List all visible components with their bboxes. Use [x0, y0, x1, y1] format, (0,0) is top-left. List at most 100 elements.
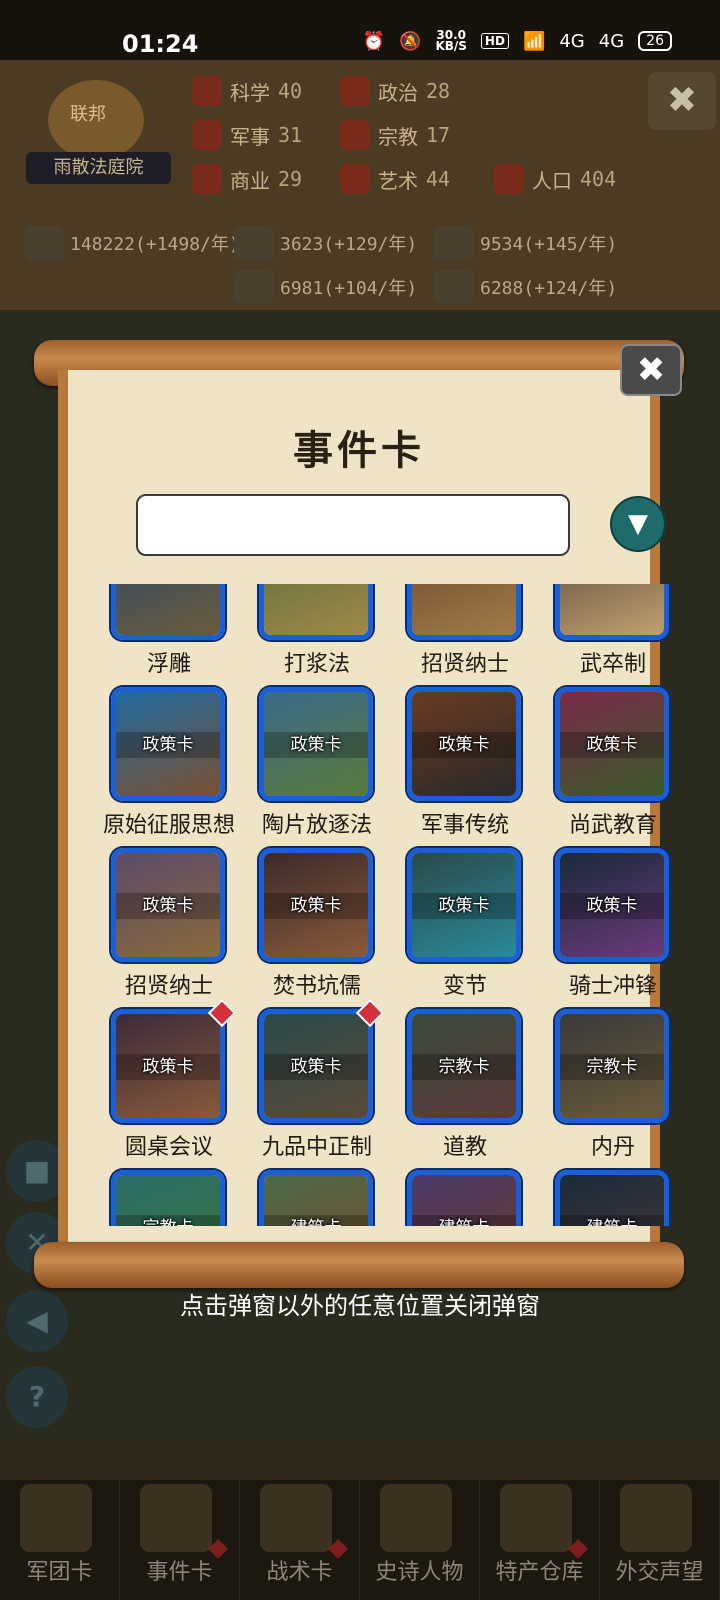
card-tile[interactable]: 政策卡 — [555, 848, 669, 962]
card-name: 打浆法 — [283, 652, 350, 677]
art-icon — [340, 164, 370, 194]
card-name: 骑士冲锋 — [568, 974, 657, 999]
stat-label: 政治 — [378, 80, 418, 105]
iron-icon — [434, 226, 474, 260]
event-card[interactable]: 政策卡 骑士冲锋 — [538, 848, 688, 1012]
stat-label: 商业 — [230, 168, 270, 193]
battery-icon: 26 — [638, 31, 672, 51]
event-card[interactable]: 政策卡 变节 — [390, 848, 540, 1012]
nav-item[interactable]: 特产仓库 — [480, 1480, 600, 1600]
event-card-popup: 事件卡 ▼ 浮雕 打浆法 招贤纳士 武卒制 政策卡 原始征服思想 政策卡 陶片放逐法 政策卡 军事… — [34, 340, 684, 1290]
event-card[interactable]: 政策卡 军事传统 — [390, 687, 540, 851]
card-tile[interactable]: 政策卡 — [555, 687, 669, 801]
stat-label: 科学 — [230, 80, 270, 105]
nav-item-label: 军团卡 — [26, 1560, 93, 1585]
resource-gold: 148222(+1498/年) — [24, 226, 240, 260]
religion-icon — [340, 120, 370, 150]
commerce-icon — [192, 164, 222, 194]
card-name: 陶片放逐法 — [261, 813, 372, 838]
popup-title: 事件卡 — [293, 428, 425, 474]
background-close-button[interactable]: ✖ — [648, 72, 716, 130]
hd-voice-icon: HD — [480, 33, 509, 49]
card-tile[interactable] — [407, 584, 521, 640]
stat-value: 44 — [426, 167, 451, 191]
event-card[interactable]: 招贤纳士 — [390, 584, 540, 690]
stat-politics: 政治 28 — [340, 76, 450, 106]
card-tile[interactable]: 建筑卡 — [259, 1170, 373, 1226]
nav-item[interactable]: 史诗人物 — [360, 1480, 480, 1600]
card-type-tag: 政策卡 — [412, 732, 516, 758]
nav-item-icon — [500, 1484, 572, 1552]
event-card[interactable]: 浮雕 — [94, 584, 244, 690]
nav-item-icon — [140, 1484, 212, 1552]
filter-button[interactable]: ▼ — [610, 496, 666, 552]
card-tile[interactable] — [111, 584, 225, 640]
event-card[interactable]: 打浆法 — [242, 584, 392, 690]
help-button[interactable]: ? — [6, 1366, 68, 1428]
card-tile[interactable]: 政策卡 — [111, 687, 225, 801]
stat-label: 军事 — [230, 124, 270, 149]
card-art-image — [560, 584, 664, 635]
card-tile[interactable] — [555, 584, 669, 640]
card-tile[interactable]: 宗教卡 — [555, 1009, 669, 1123]
stat-label: 人口 — [532, 168, 572, 193]
card-name: 内丹 — [590, 1135, 635, 1160]
nav-item[interactable]: 事件卡 — [120, 1480, 240, 1600]
card-tile[interactable]: 政策卡 — [407, 687, 521, 801]
card-tile[interactable]: 建筑卡 — [555, 1170, 669, 1226]
card-name: 变节 — [442, 974, 487, 999]
nav-item[interactable]: 外交声望 — [600, 1480, 720, 1600]
event-card[interactable]: 政策卡 原始征服思想 — [94, 687, 244, 851]
event-card[interactable]: 政策卡 圆桌会议 — [94, 998, 244, 1173]
stat-science: 科学 40 — [192, 76, 302, 106]
card-tile[interactable]: 建筑卡 — [407, 1170, 521, 1226]
stat-military: 军事 31 — [192, 120, 302, 150]
card-tile[interactable]: 政策卡 — [259, 687, 373, 801]
nav-item[interactable]: 战术卡 — [240, 1480, 360, 1600]
resource-value: 6981(+104/年) — [280, 278, 418, 299]
stat-commerce: 商业 29 — [192, 164, 302, 194]
card-grid-viewport[interactable]: 浮雕 打浆法 招贤纳士 武卒制 政策卡 原始征服思想 政策卡 陶片放逐法 政策卡 军事传统 政策卡尚… — [92, 584, 692, 1226]
card-type-tag: 宗教卡 — [116, 1215, 220, 1226]
card-type-tag: 政策卡 — [560, 893, 664, 919]
card-tile[interactable]: 政策卡 — [259, 848, 373, 962]
event-card[interactable]: 政策卡 尚武教育 — [538, 687, 688, 851]
card-tile[interactable] — [259, 584, 373, 640]
politics-icon — [340, 76, 370, 106]
filter-icon: ▼ — [628, 509, 648, 539]
nav-item-label: 事件卡 — [146, 1560, 213, 1585]
card-name: 九品中正制 — [261, 1135, 372, 1160]
card-type-tag: 政策卡 — [264, 732, 368, 758]
nav-item[interactable]: 军团卡 — [0, 1480, 120, 1600]
card-type-tag: 建筑卡 — [264, 1215, 368, 1226]
event-card[interactable]: 建筑卡 — [390, 1170, 540, 1226]
resource-stone: 6981(+104/年) — [234, 270, 417, 304]
card-tile[interactable]: 政策卡 — [407, 848, 521, 962]
card-type-tag: 政策卡 — [560, 732, 664, 758]
card-tile[interactable]: 政策卡 — [111, 1009, 225, 1123]
event-card[interactable]: 建筑卡 — [242, 1170, 392, 1226]
card-tile[interactable]: 政策卡 — [111, 848, 225, 962]
stat-label: 艺术 — [378, 168, 418, 193]
stat-art: 艺术 44 — [340, 164, 450, 194]
card-name: 浮雕 — [146, 652, 191, 677]
alliance-emblem-label: 联邦 — [70, 104, 106, 125]
event-card[interactable]: 政策卡 焚书坑儒 — [242, 848, 392, 1012]
signal-4g-icon: 4G — [559, 30, 585, 52]
event-card[interactable]: 政策卡 招贤纳士 — [94, 848, 244, 1012]
military-icon — [192, 120, 222, 150]
card-tile[interactable]: 政策卡 — [259, 1009, 373, 1123]
event-card[interactable]: 宗教卡 内丹 — [538, 1009, 688, 1173]
card-tile[interactable]: 宗教卡 — [111, 1170, 225, 1226]
event-card[interactable]: 宗教卡 道教 — [390, 1009, 540, 1173]
event-card[interactable]: 宗教卡 — [94, 1170, 244, 1226]
card-name: 武卒制 — [579, 652, 646, 677]
event-card[interactable]: 武卒制 — [538, 584, 688, 690]
event-card[interactable]: 政策卡 陶片放逐法 — [242, 687, 392, 851]
event-card[interactable]: 建筑卡 — [538, 1170, 688, 1226]
popup-close-button[interactable]: ✖ — [620, 344, 682, 396]
event-card[interactable]: 政策卡 九品中正制 — [242, 998, 392, 1173]
card-tile[interactable]: 宗教卡 — [407, 1009, 521, 1123]
stat-value: 17 — [426, 123, 451, 147]
search-input[interactable] — [136, 494, 570, 556]
